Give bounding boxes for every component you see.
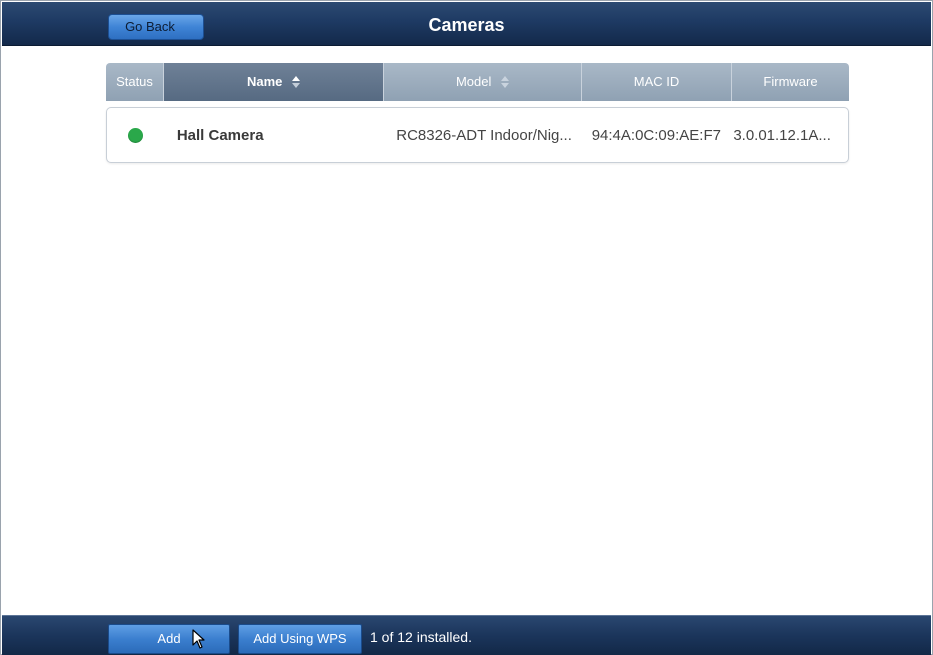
column-header-mac-id-label: MAC ID — [633, 74, 680, 89]
installed-count: 1 of 12 installed. — [370, 629, 472, 645]
add-using-wps-button[interactable]: Add Using WPS — [238, 624, 362, 654]
table-header: Status Name Model MAC ID Firmware — [106, 63, 849, 101]
title-bar: Go Back Cameras — [2, 2, 931, 46]
table-row[interactable]: Hall Camera RC8326-ADT Indoor/Nig... 94:… — [106, 107, 849, 163]
column-header-name[interactable]: Name — [164, 63, 384, 101]
sort-arrows-icon — [501, 75, 510, 88]
column-header-status-label: Status — [116, 74, 153, 89]
column-header-mac-id[interactable]: MAC ID — [582, 63, 732, 101]
footer-bar: Add Add Using WPS 1 of 12 installed. — [2, 615, 931, 655]
column-header-status[interactable]: Status — [106, 63, 164, 101]
column-header-firmware-label: Firmware — [763, 74, 818, 89]
status-online-icon — [128, 127, 144, 143]
camera-firmware: 3.0.01.12.1A... — [733, 126, 831, 144]
status-cell — [107, 127, 165, 143]
column-header-model-label: Model — [455, 74, 492, 89]
camera-model: RC8326-ADT Indoor/Nig... — [396, 126, 572, 144]
page-title: Cameras — [428, 15, 505, 35]
add-button[interactable]: Add — [108, 624, 230, 654]
column-header-name-label: Name — [246, 74, 283, 89]
camera-mac-id: 94:4A:0C:09:AE:F7 — [591, 126, 721, 144]
column-header-firmware[interactable]: Firmware — [732, 63, 849, 101]
app-window: Go Back Cameras Status Name Model MAC ID… — [0, 0, 933, 655]
camera-name: Hall Camera — [176, 126, 264, 144]
sort-arrows-icon — [292, 75, 301, 88]
column-header-model[interactable]: Model — [384, 63, 582, 101]
